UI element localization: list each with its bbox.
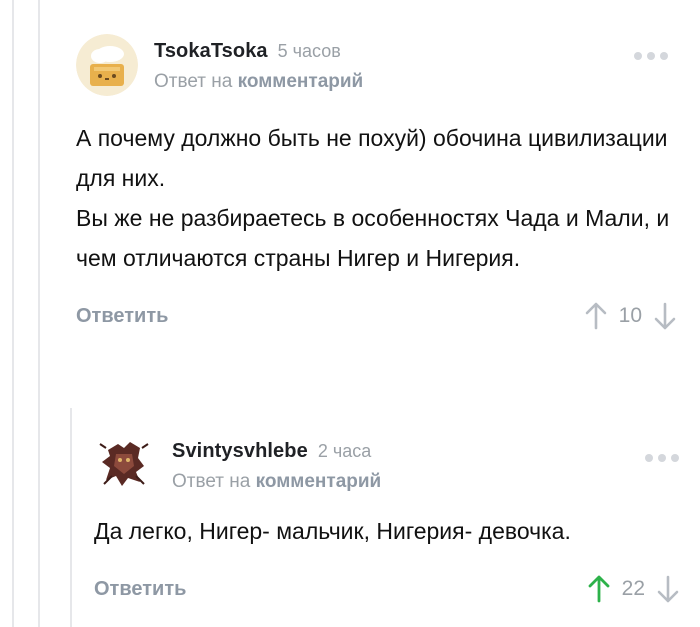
comment: Svintysvhlebe 2 часа Ответ на комментари…: [94, 432, 679, 609]
reply-prefix: Ответ на: [172, 471, 251, 492]
comment-text: Да легко, Нигер- мальчик, Нигерия- девоч…: [94, 513, 679, 549]
thread-line: [12, 0, 14, 627]
comment-paragraph: Вы же не разбираетесь в особенностях Чад…: [76, 205, 670, 271]
username[interactable]: TsokaTsoka: [154, 40, 268, 63]
more-icon[interactable]: [634, 52, 668, 60]
parent-comment-link[interactable]: комментарий: [238, 71, 364, 92]
comment-header: TsokaTsoka 5 часов Ответ на комментарий: [76, 34, 676, 96]
comment-paragraph: Да легко, Нигер- мальчик, Нигерия- девоч…: [94, 518, 571, 544]
avatar[interactable]: [76, 34, 138, 96]
comment-meta: Svintysvhlebe 2 часа Ответ на комментари…: [172, 440, 679, 493]
downvote-icon[interactable]: [657, 575, 679, 603]
rating-count: 22: [621, 577, 645, 600]
more-icon[interactable]: [645, 454, 679, 462]
comment-meta: TsokaTsoka 5 часов Ответ на комментарий: [154, 40, 676, 93]
comment-header: Svintysvhlebe 2 часа Ответ на комментари…: [94, 432, 679, 493]
parent-comment-link[interactable]: комментарий: [256, 471, 382, 492]
rating: 22: [588, 575, 679, 603]
rating-count: 10: [618, 304, 642, 327]
reply-button[interactable]: Ответить: [94, 578, 186, 601]
timestamp: 5 часов: [277, 41, 341, 61]
avatar[interactable]: [94, 432, 154, 492]
reply-button[interactable]: Ответить: [76, 305, 168, 328]
username[interactable]: Svintysvhlebe: [172, 440, 308, 463]
comment-footer: Ответить 10: [76, 296, 676, 336]
upvote-icon[interactable]: [588, 575, 610, 603]
comment-footer: Ответить 22: [94, 569, 679, 609]
downvote-icon[interactable]: [654, 302, 676, 330]
thread-line: [38, 0, 40, 627]
comment-text: А почему должно быть не похуй) обочина ц…: [76, 118, 676, 278]
comment: TsokaTsoka 5 часов Ответ на комментарий …: [76, 34, 676, 336]
reply-prefix: Ответ на: [154, 71, 233, 92]
timestamp: 2 часа: [317, 441, 372, 461]
rating: 10: [585, 302, 676, 330]
comment-paragraph: А почему должно быть не похуй) обочина ц…: [76, 125, 668, 191]
upvote-icon[interactable]: [585, 302, 607, 330]
thread-line: [70, 408, 72, 627]
